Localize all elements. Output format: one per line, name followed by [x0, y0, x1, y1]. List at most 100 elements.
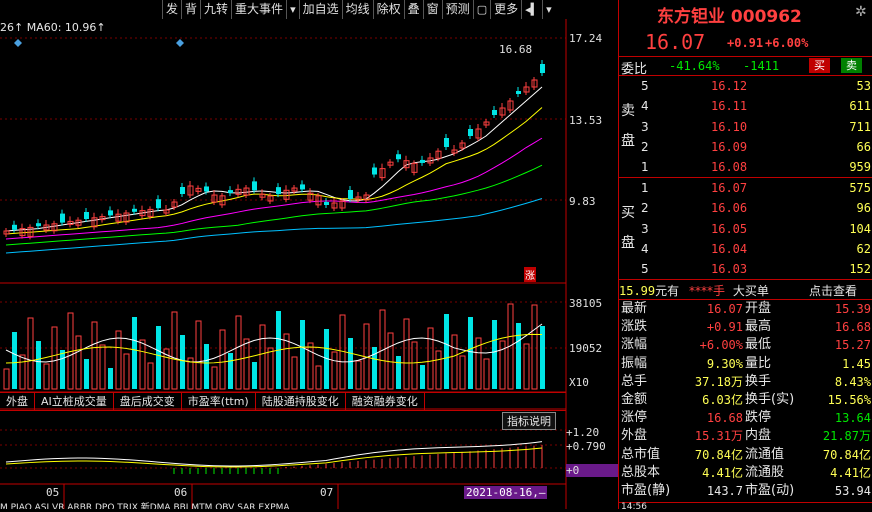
ask-row[interactable]: 3 16.10 711 — [619, 119, 872, 135]
stat-label: 量比 — [745, 355, 772, 371]
stat-value: 16.07 — [706, 302, 743, 316]
stat-value: 53.94 — [834, 484, 871, 498]
crosshair-date-badge: 2021-08-16,— — [464, 486, 548, 499]
volume-bar — [451, 334, 458, 390]
stat-row: 振幅 9.30% 量比 1.45 — [619, 356, 872, 372]
indicator-tab-bar: 外盘 AI立桩成交量 盘后成交变 市盈率(ttm) 陆股通持股变化 融资融券变化 — [0, 392, 566, 411]
weibi-pct: -41.64% — [669, 59, 720, 73]
ask-row[interactable]: 2 16.09 66 — [619, 139, 872, 155]
volume-bars — [3, 303, 545, 390]
ask-level: 4 — [641, 99, 649, 114]
candle-body — [132, 208, 137, 212]
bid-row[interactable]: 5 16.03 152 — [619, 261, 872, 277]
kline-chart[interactable] — [0, 0, 618, 509]
bottom-indicator-tabs[interactable]: M PIAO ASI VR ARBR DPO TRIX 新DMA BBI MTM… — [0, 500, 566, 509]
view-big-order-link[interactable]: 点击查看 — [809, 282, 857, 299]
stat-value: 15.56% — [827, 393, 871, 407]
candle-body — [492, 110, 497, 115]
bid-row[interactable]: 1 16.07 575 — [619, 180, 872, 196]
ask-row[interactable]: 4 16.11 611 — [619, 98, 872, 114]
chart-grid — [0, 19, 567, 509]
bid-row[interactable]: 2 16.06 96 — [619, 200, 872, 216]
volume-bar — [51, 326, 58, 390]
limit-up-badge: 涨 — [524, 267, 536, 282]
gear-icon[interactable]: ✲ — [855, 4, 867, 20]
candle-body — [204, 186, 209, 192]
bid-row[interactable]: 3 16.05 104 — [619, 221, 872, 237]
stat-value: 1.45 — [842, 356, 871, 371]
bid-price: 16.04 — [711, 241, 748, 256]
stat-row: 最新 16.07 开盘 15.39 — [619, 301, 872, 317]
volume-bar — [171, 311, 178, 390]
stat-label: 涨跌 — [621, 319, 648, 335]
ask-row[interactable]: 5 16.12 53 — [619, 78, 872, 94]
tab-northbound[interactable]: 陆股通持股变化 — [256, 393, 346, 410]
big-order-hands: ****手 — [688, 284, 725, 298]
stat-label: 开盘 — [745, 301, 772, 316]
current-price: 16.07 — [645, 30, 706, 54]
event-marker-icon[interactable] — [176, 39, 184, 47]
volume-bar — [27, 317, 34, 390]
ask-level: 2 — [641, 139, 649, 154]
ask-row[interactable]: 1 16.08 959 — [619, 159, 872, 175]
candle-body — [252, 181, 257, 191]
stat-label: 总手 — [621, 373, 648, 389]
stat-value: 70.84亿 — [822, 447, 871, 462]
ask-level: 5 — [641, 79, 649, 93]
volume-bar — [108, 368, 113, 389]
bid-row[interactable]: 4 16.04 62 — [619, 241, 872, 257]
volume-bar — [204, 344, 209, 389]
moving-average-lines — [5, 86, 543, 254]
stat-row: 市盈(静) 143.7 市盈(动) 53.94 — [619, 483, 872, 499]
volume-bar — [300, 320, 305, 389]
tab-outer-volume[interactable]: 外盘 — [0, 393, 35, 410]
stat-row: 涨幅 +6.00% 最低 15.27 — [619, 337, 872, 353]
buy-button[interactable]: 买 — [809, 58, 830, 73]
stat-label: 振幅 — [621, 355, 648, 371]
stat-value: 4.41亿 — [702, 465, 743, 480]
tab-after-hours[interactable]: 盘后成交变 — [114, 393, 182, 410]
volume-bar — [331, 351, 338, 390]
tab-ai-volume[interactable]: AI立桩成交量 — [35, 393, 114, 410]
bid-volume: 104 — [849, 221, 871, 236]
volume-bar — [459, 355, 466, 390]
stat-label: 市盈(静) — [621, 483, 671, 498]
volume-bar — [147, 362, 154, 390]
stat-value: 13.64 — [834, 411, 871, 426]
stat-value: 6.03亿 — [702, 393, 743, 407]
volume-axis-top: 38105 — [569, 297, 603, 310]
stat-row: 总市值 70.84亿 流通值 70.84亿 — [619, 447, 872, 463]
ask-level: 3 — [641, 119, 649, 134]
event-marker-icon[interactable] — [14, 39, 22, 47]
stat-label: 总股本 — [621, 464, 661, 480]
volume-bar — [43, 363, 50, 390]
volume-bar — [444, 314, 449, 389]
candle-body — [516, 91, 521, 94]
stat-value: 70.84亿 — [694, 447, 743, 462]
stat-label: 最低 — [745, 337, 772, 353]
volume-bar — [411, 341, 418, 390]
volume-bar — [139, 339, 146, 390]
big-order-row: 15.99元有 ****手 大买单 — [619, 282, 769, 299]
volume-bar — [243, 338, 250, 390]
price-change: +0.91 — [727, 36, 764, 50]
indicator-help-button[interactable]: 指标说明 — [502, 412, 556, 430]
stat-label: 涨停 — [621, 410, 648, 426]
stat-value: +6.00% — [699, 338, 743, 353]
volume-bar — [36, 341, 41, 389]
tab-pe-ttm[interactable]: 市盈率(ttm) — [182, 393, 256, 410]
ask-volume: 959 — [849, 160, 871, 175]
candle-body — [540, 64, 545, 73]
price-change-pct: +6.00% — [765, 36, 809, 50]
ask-level: 1 — [641, 160, 649, 175]
big-order-label: 大买单 — [732, 284, 769, 298]
indicator-axis-zero: +0 — [566, 464, 618, 477]
volume-bar — [291, 356, 298, 390]
volume-bar — [180, 335, 185, 389]
candle-body — [180, 187, 185, 194]
sell-button[interactable]: 卖 — [841, 58, 862, 73]
tab-margin[interactable]: 融资融券变化 — [346, 393, 425, 410]
bid-level: 1 — [641, 181, 649, 195]
stat-label: 内盘 — [745, 428, 772, 444]
candle-body — [372, 167, 377, 175]
